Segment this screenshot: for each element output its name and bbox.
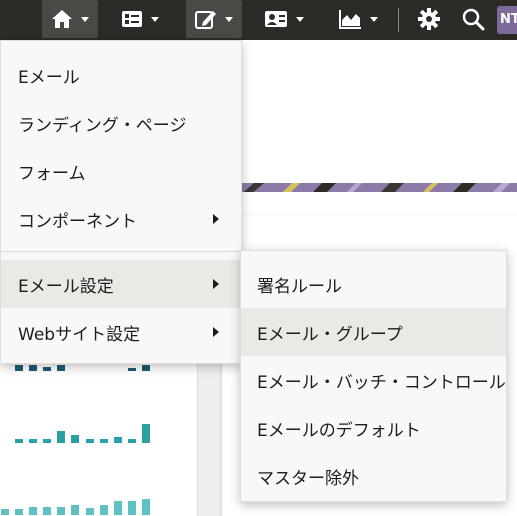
bar	[29, 507, 37, 515]
bar	[100, 439, 108, 443]
email-settings-submenu: 署名ルール Eメール・グループ Eメール・バッチ・コントロール Eメールのデフォ…	[240, 250, 507, 502]
search-button[interactable]	[458, 0, 488, 38]
bar	[29, 365, 37, 371]
menu-item-form[interactable]: フォーム	[1, 147, 241, 195]
top-toolbar: NT	[0, 0, 517, 40]
bar	[128, 368, 136, 371]
content-dropdown-menu: Eメール ランディング・ページ フォーム コンポーネント Eメール設定 Webサ…	[0, 40, 242, 364]
contacts-icon	[265, 11, 287, 27]
bar	[128, 439, 136, 443]
bar	[57, 507, 65, 515]
toolbar-divider	[398, 8, 399, 32]
campaigns-menu-button[interactable]	[112, 0, 168, 38]
menu-item-label: 署名ルール	[257, 276, 342, 297]
menu-item-label: Eメール	[18, 67, 80, 88]
submenu-item-master-exclusion[interactable]: マスター除外	[241, 452, 506, 500]
bar	[15, 509, 23, 515]
analytics-icon	[339, 10, 361, 29]
bar	[100, 505, 108, 515]
menu-separator	[1, 251, 241, 252]
bar	[128, 501, 136, 515]
chevron-right-icon	[213, 327, 219, 337]
bar	[142, 424, 150, 443]
chevron-down-icon	[296, 16, 304, 22]
bar	[86, 508, 94, 515]
search-icon	[462, 8, 485, 31]
chart-panel	[0, 345, 198, 516]
bar	[114, 501, 122, 515]
menu-item-label: マスター除外	[257, 468, 359, 489]
campaign-icon	[122, 11, 142, 27]
chevron-down-icon	[151, 16, 159, 22]
banner-image	[240, 180, 517, 192]
bar	[29, 439, 37, 443]
user-avatar[interactable]: NT	[497, 6, 517, 34]
chevron-down-icon	[225, 16, 233, 22]
bar	[86, 439, 94, 443]
bar	[71, 435, 79, 443]
menu-item-label: Webサイト設定	[18, 324, 141, 345]
bar	[114, 437, 122, 443]
submenu-item-email-batch-control[interactable]: Eメール・バッチ・コントロール	[241, 356, 506, 404]
menu-item-label: ランディング・ページ	[18, 115, 187, 136]
edit-icon	[195, 11, 216, 29]
menu-item-website-settings[interactable]: Webサイト設定	[1, 308, 241, 356]
home-menu-button[interactable]	[42, 0, 98, 38]
chevron-right-icon	[213, 214, 219, 224]
menu-item-landing-page[interactable]: ランディング・ページ	[1, 99, 241, 147]
bar	[15, 365, 23, 371]
chevron-right-icon	[213, 279, 219, 289]
contacts-menu-button[interactable]	[256, 0, 312, 38]
menu-item-label: Eメール・バッチ・コントロール	[257, 372, 506, 393]
bar	[43, 507, 51, 515]
bar-row-mid	[0, 423, 160, 443]
home-icon	[52, 10, 72, 28]
chevron-down-icon	[370, 16, 378, 22]
menu-item-email[interactable]: Eメール	[1, 51, 241, 99]
bar	[142, 365, 150, 371]
analytics-menu-button[interactable]	[330, 0, 386, 38]
bar	[71, 505, 79, 515]
bar	[15, 439, 23, 443]
bar-row-dark	[0, 365, 160, 371]
menu-item-label: Eメール設定	[18, 276, 114, 297]
bar-row-light	[0, 495, 160, 515]
settings-button[interactable]	[414, 0, 444, 38]
chevron-down-icon	[81, 16, 89, 22]
submenu-item-email-defaults[interactable]: Eメールのデフォルト	[241, 404, 506, 452]
submenu-item-email-groups[interactable]: Eメール・グループ	[241, 308, 506, 356]
menu-item-label: Eメールのデフォルト	[257, 420, 421, 441]
menu-item-label: コンポーネント	[18, 211, 137, 232]
bar	[57, 431, 65, 443]
menu-item-email-settings[interactable]: Eメール設定	[1, 260, 241, 308]
content-menu-button[interactable]	[186, 0, 242, 38]
bar	[43, 367, 51, 371]
menu-item-components[interactable]: コンポーネント	[1, 195, 241, 243]
gear-icon	[418, 8, 440, 30]
bar	[142, 499, 150, 515]
bar	[1, 509, 9, 515]
bar	[43, 439, 51, 443]
bar	[57, 365, 65, 371]
menu-item-label: Eメール・グループ	[257, 324, 403, 345]
menu-item-label: フォーム	[18, 163, 86, 184]
submenu-item-signature-rules[interactable]: 署名ルール	[241, 260, 506, 308]
